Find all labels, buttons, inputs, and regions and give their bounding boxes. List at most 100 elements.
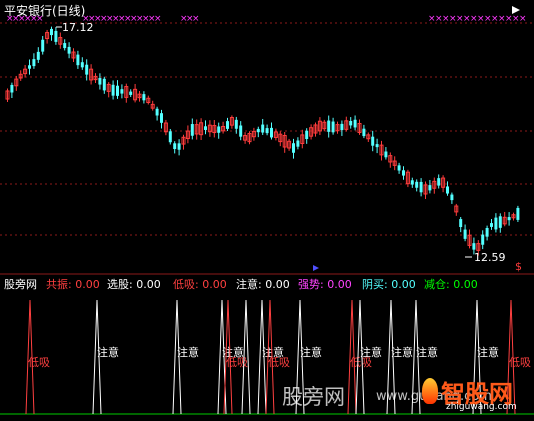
candle: [454, 203, 459, 216]
candle: [120, 84, 124, 99]
candle: [331, 117, 335, 135]
watermark-brand-url: zhiguwang.com: [446, 402, 517, 412]
candle: [270, 122, 273, 140]
candle: [221, 121, 226, 134]
candle: [261, 118, 265, 135]
attention-label: 注意: [360, 345, 382, 359]
candle: [247, 131, 252, 145]
candle: [54, 27, 58, 45]
candle: [353, 115, 357, 131]
candle: [327, 115, 331, 138]
candle: [415, 179, 419, 192]
candle: [410, 177, 414, 188]
legend-yin-buy: 阴买: 0.00: [362, 278, 416, 291]
indicator-legend: 股旁网 共振: 0.00 选股: 0.00 低吸: 0.00 注意: 0.00 …: [0, 276, 534, 291]
candle: [322, 119, 327, 132]
low-buy-label: 低吸: [28, 356, 50, 369]
chart-canvas: ×××××× ××××××××××××× ××× × × × × × × × × × × × × × × 低吸注…: [0, 6, 534, 415]
candle: [28, 59, 31, 75]
candle: [256, 126, 260, 138]
candle: [160, 109, 163, 129]
legend-reduce: 减仓: 0.00: [424, 278, 478, 291]
legend-resonance: 共振: 0.00: [46, 278, 100, 291]
candle: [371, 130, 375, 152]
candle: [278, 131, 283, 147]
low-buy-label: 低吸: [268, 356, 290, 369]
cross-marker: ×: [519, 14, 527, 24]
candle: [23, 64, 28, 78]
candle: [5, 88, 10, 102]
candle: [340, 120, 344, 136]
candle: [137, 91, 142, 102]
candle: [18, 70, 23, 81]
signal-spike: 注意: [172, 299, 199, 415]
signal-spike: 低吸: [25, 299, 50, 415]
candle: [217, 122, 221, 139]
candle: [388, 152, 393, 168]
candle: [366, 132, 371, 142]
candle: [150, 100, 155, 111]
candle: [63, 39, 67, 51]
candle: [177, 139, 181, 156]
cross-marker: ×: [36, 14, 44, 24]
candle: [309, 124, 314, 140]
candle: [36, 47, 40, 63]
candle: [163, 119, 168, 136]
alert-marker: $: [515, 260, 522, 273]
candle: [428, 179, 432, 194]
candle: [10, 82, 14, 99]
candle: [229, 115, 234, 129]
candle: [344, 116, 349, 132]
candle: [226, 117, 229, 131]
candle: [71, 48, 76, 62]
candle: [296, 137, 300, 150]
candle: [243, 132, 248, 144]
candle: [67, 42, 71, 59]
candle: [80, 57, 84, 70]
candle: [129, 89, 133, 98]
candle: [32, 53, 36, 69]
candle: [93, 73, 98, 84]
candle: [490, 219, 493, 230]
candle: [511, 212, 516, 221]
candle: [392, 156, 397, 171]
candle: [282, 131, 287, 153]
candle: [265, 124, 269, 136]
low-buy-label: 低吸: [509, 356, 531, 369]
legend-stock-pick: 选股: 0.00: [107, 278, 161, 291]
candle: [292, 138, 295, 159]
candle: [287, 138, 292, 151]
candle: [133, 83, 138, 103]
candle: [507, 212, 511, 226]
candle: [463, 224, 467, 242]
candle: [41, 35, 45, 55]
candle: [212, 120, 217, 138]
candle: [111, 80, 115, 100]
candle: [106, 82, 111, 98]
candle: [402, 166, 405, 180]
candle: [317, 117, 322, 136]
candle: [239, 121, 243, 141]
attention-label: 注意: [177, 345, 199, 359]
legend-attention: 注意: 0.00: [236, 278, 290, 291]
candle: [494, 213, 498, 233]
candle: [124, 83, 129, 103]
candle: [459, 217, 463, 233]
candle: [441, 175, 446, 193]
flame-logo-icon: [422, 378, 438, 404]
candle: [185, 125, 190, 144]
candle: [481, 230, 485, 250]
candle: [384, 147, 388, 160]
candle: [98, 73, 102, 90]
candle: [498, 213, 502, 233]
candle: [190, 118, 194, 140]
candle: [335, 121, 340, 134]
candle: [116, 80, 119, 99]
attention-label: 注意: [97, 345, 119, 359]
candle: [14, 75, 19, 91]
candle: [516, 205, 520, 223]
low-price-label: 12.59: [474, 251, 506, 264]
attention-label: 注意: [416, 345, 438, 359]
candle: [89, 64, 94, 85]
candle: [467, 229, 472, 249]
